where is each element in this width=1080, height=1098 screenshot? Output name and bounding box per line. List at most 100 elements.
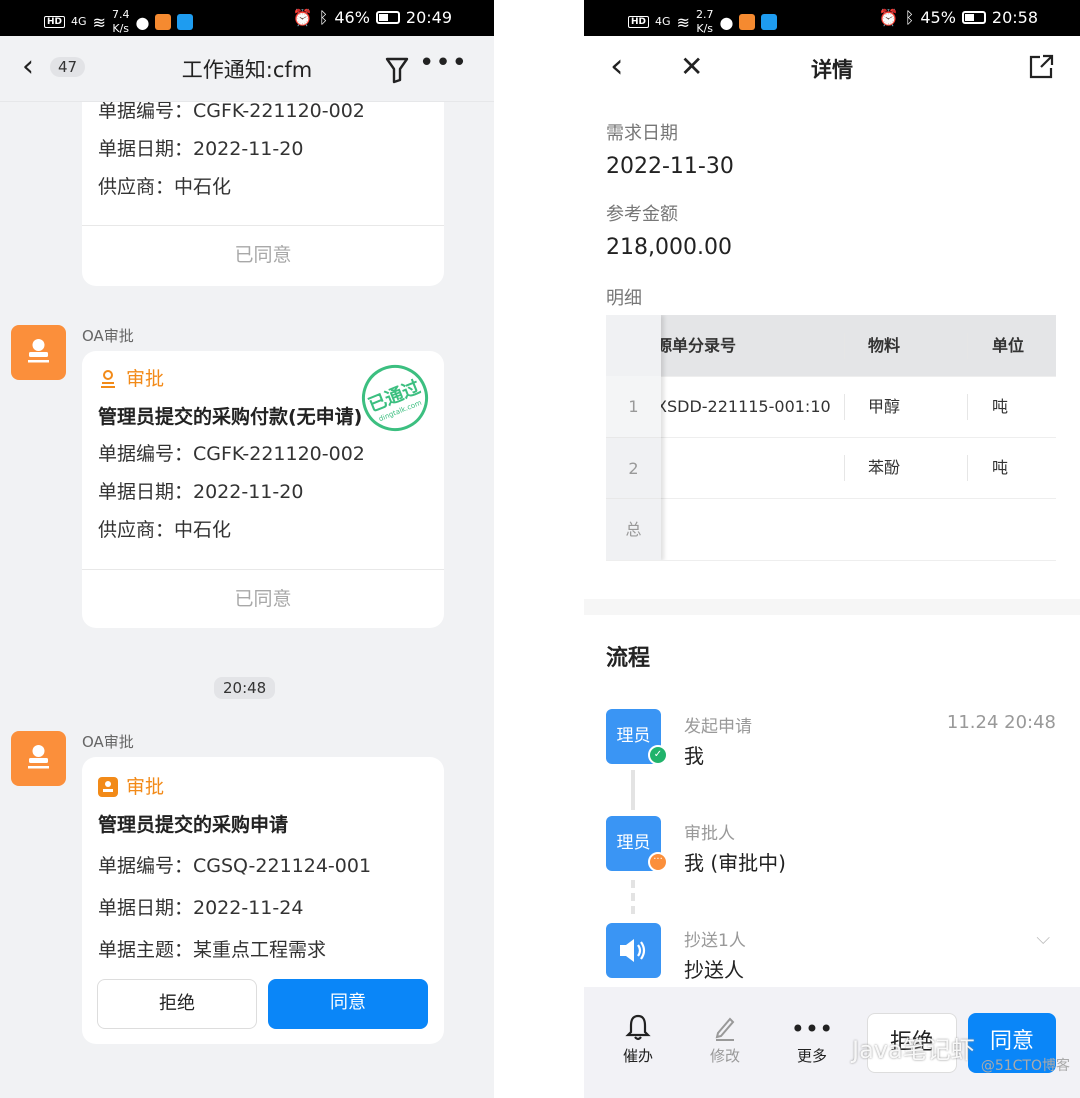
wechat-icon: ●: [719, 12, 734, 32]
cell-source: XSDD-221115-001:10: [656, 397, 831, 416]
stamp-icon: [101, 370, 115, 388]
card-row: 单据编号：CGSQ-221124-001: [98, 855, 372, 877]
nav-bar-overlay: ‹ 47 工作通知:cfm •••: [0, 36, 494, 102]
cc-avatar: [606, 923, 661, 978]
cell-material: 苯酚: [868, 458, 901, 477]
signal-icon: 4G: [655, 15, 671, 28]
status-agreed: 已同意: [234, 588, 292, 610]
field-value: 218,000.00: [606, 235, 732, 260]
timestamp-chip: 20:48: [214, 677, 276, 699]
speaker-icon: [620, 939, 646, 962]
col-header-unit: 单位: [992, 336, 1025, 355]
wifi-icon: ≋: [92, 12, 106, 32]
flow-step-label: 发起申请: [684, 717, 752, 737]
bell-icon: [610, 1013, 666, 1045]
table-row[interactable]: XSDD-221115-001:10 甲醇 吨: [606, 376, 1056, 437]
card-row: 供应商：中石化: [98, 519, 232, 541]
field-label: 参考金额: [606, 204, 678, 225]
battery-icon: [375, 11, 400, 24]
more-icon[interactable]: •••: [419, 48, 468, 78]
oa-approval-avatar[interactable]: [11, 731, 66, 786]
share-icon[interactable]: [1028, 54, 1054, 87]
nav-bar: ‹ ✕ 详情: [584, 36, 1080, 102]
battery-icon: [961, 11, 986, 24]
flow-step-label: 审批人: [684, 824, 735, 844]
page-title: 详情: [811, 58, 853, 82]
sender-name: OA审批: [82, 733, 134, 751]
table-header: 源单分录号 物料 单位: [606, 315, 1056, 376]
left-screen: HD 4G ≋ 7.4K/s ● ⏰ ᛒ 46% 20:49 ‹ 47 工作通知…: [0, 0, 494, 1098]
net-speed: 7.4 K/s: [111, 8, 130, 35]
table-row[interactable]: 苯酚 吨: [606, 437, 1056, 498]
card-row: 单据日期：2022-11-24: [98, 897, 304, 919]
message-card[interactable]: 审批 管理员提交的采购付款(无申请) 单据编号：CGFK-221120-002 …: [82, 351, 444, 628]
wifi-icon: ≋: [676, 12, 690, 32]
alarm-icon: ⏰: [878, 8, 899, 27]
right-screen: HD 4G ≋ 2.7 K/s ● ⏰ ᛒ 45% 20:58 ‹ ✕ 详情 需求…: [584, 0, 1080, 1098]
cell-material: 甲醇: [868, 397, 901, 416]
flow-step-person: 我: [684, 744, 704, 768]
row-index: 1: [606, 376, 661, 437]
table-total-row: [606, 498, 1056, 559]
status-bar: HD 4G ≋ 7.4 K/s ● ⏰ ᛒ 46% 20:49: [0, 0, 494, 36]
wechat-icon: ●: [135, 12, 150, 32]
net-speed: 2.7 K/s: [695, 8, 714, 35]
more-icon: •••: [790, 1015, 834, 1043]
app-icon: [155, 14, 172, 30]
index-column: 1 2 总: [606, 315, 661, 560]
bottom-action-bar: 催办 修改 ••• 更多 拒绝 同意: [584, 987, 1080, 1098]
message-card[interactable]: 审批 管理员提交的采购申请 单据编号：CGSQ-221124-001 单据日期：…: [82, 757, 444, 1044]
card-title: 管理员提交的采购申请: [98, 814, 289, 836]
card-row: 单据日期：2022-11-20: [98, 138, 304, 160]
bluetooth-icon: ᛒ: [318, 8, 329, 27]
pencil-icon: [697, 1013, 753, 1045]
alarm-icon: ⏰: [292, 8, 313, 27]
detail-label: 明细: [606, 288, 642, 309]
stamp-icon: [98, 777, 118, 797]
field-label: 需求日期: [606, 123, 678, 144]
search-app-icon: [761, 14, 778, 30]
approval-tag: 审批: [82, 767, 444, 807]
pending-icon: ···: [648, 852, 668, 872]
app-icon: [739, 14, 756, 30]
flow-connector: [631, 770, 635, 810]
more-button[interactable]: ••• 更多: [784, 1013, 840, 1066]
watermark: Java笔记虾: [852, 1036, 975, 1064]
row-index: 2: [606, 437, 661, 498]
oa-approval-avatar[interactable]: [11, 325, 66, 380]
cell-unit: 吨: [992, 397, 1009, 416]
message-card[interactable]: 单据编号：CGFK-221120-002 单据日期：2022-11-20 供应商…: [82, 90, 444, 286]
card-row: 供应商：中石化: [98, 176, 232, 198]
search-app-icon: [177, 14, 194, 30]
card-row: 单据日期：2022-11-20: [98, 481, 304, 503]
urge-button[interactable]: 催办: [610, 1013, 666, 1066]
field-value: 2022-11-30: [606, 154, 734, 179]
detail-table[interactable]: 源单分录号 物料 单位 XSDD-221115-001:10 甲醇 吨 苯酚 吨…: [606, 315, 1056, 561]
hd-icon: HD: [628, 16, 650, 28]
clock: 20:49: [405, 8, 452, 27]
chevron-down-icon[interactable]: ⌵: [1036, 928, 1050, 949]
flow-step-person: 我 (审批中): [684, 851, 786, 875]
status-bar: HD 4G ≋ 2.7 K/s ● ⏰ ᛒ 45% 20:58: [584, 0, 1080, 36]
clock: 20:58: [991, 8, 1038, 27]
flow-title: 流程: [606, 646, 651, 671]
flow-step-label: 抄送1人: [684, 931, 746, 951]
cell-unit: 吨: [992, 458, 1009, 477]
status-agreed: 已同意: [234, 244, 292, 266]
watermark-sub: @51CTO博客: [980, 1058, 1070, 1074]
total-label: 总: [606, 498, 661, 559]
signal-icon: 4G: [71, 15, 87, 28]
reject-button[interactable]: 拒绝: [97, 979, 257, 1029]
flow-step-time: 11.24 20:48: [946, 712, 1056, 733]
filter-icon[interactable]: [384, 56, 410, 88]
bluetooth-icon: ᛒ: [904, 8, 915, 27]
col-header-source: 源单分录号: [656, 336, 737, 355]
agree-button[interactable]: 同意: [268, 979, 428, 1029]
card-row: 单据编号：CGFK-221120-002: [98, 443, 365, 465]
hd-icon: HD: [44, 16, 66, 28]
check-icon: ✓: [648, 745, 668, 765]
battery-percent: 46%: [334, 8, 370, 27]
card-row: 单据主题：某重点工程需求: [98, 939, 327, 961]
col-header-material: 物料: [868, 336, 901, 355]
edit-button[interactable]: 修改: [697, 1013, 753, 1066]
